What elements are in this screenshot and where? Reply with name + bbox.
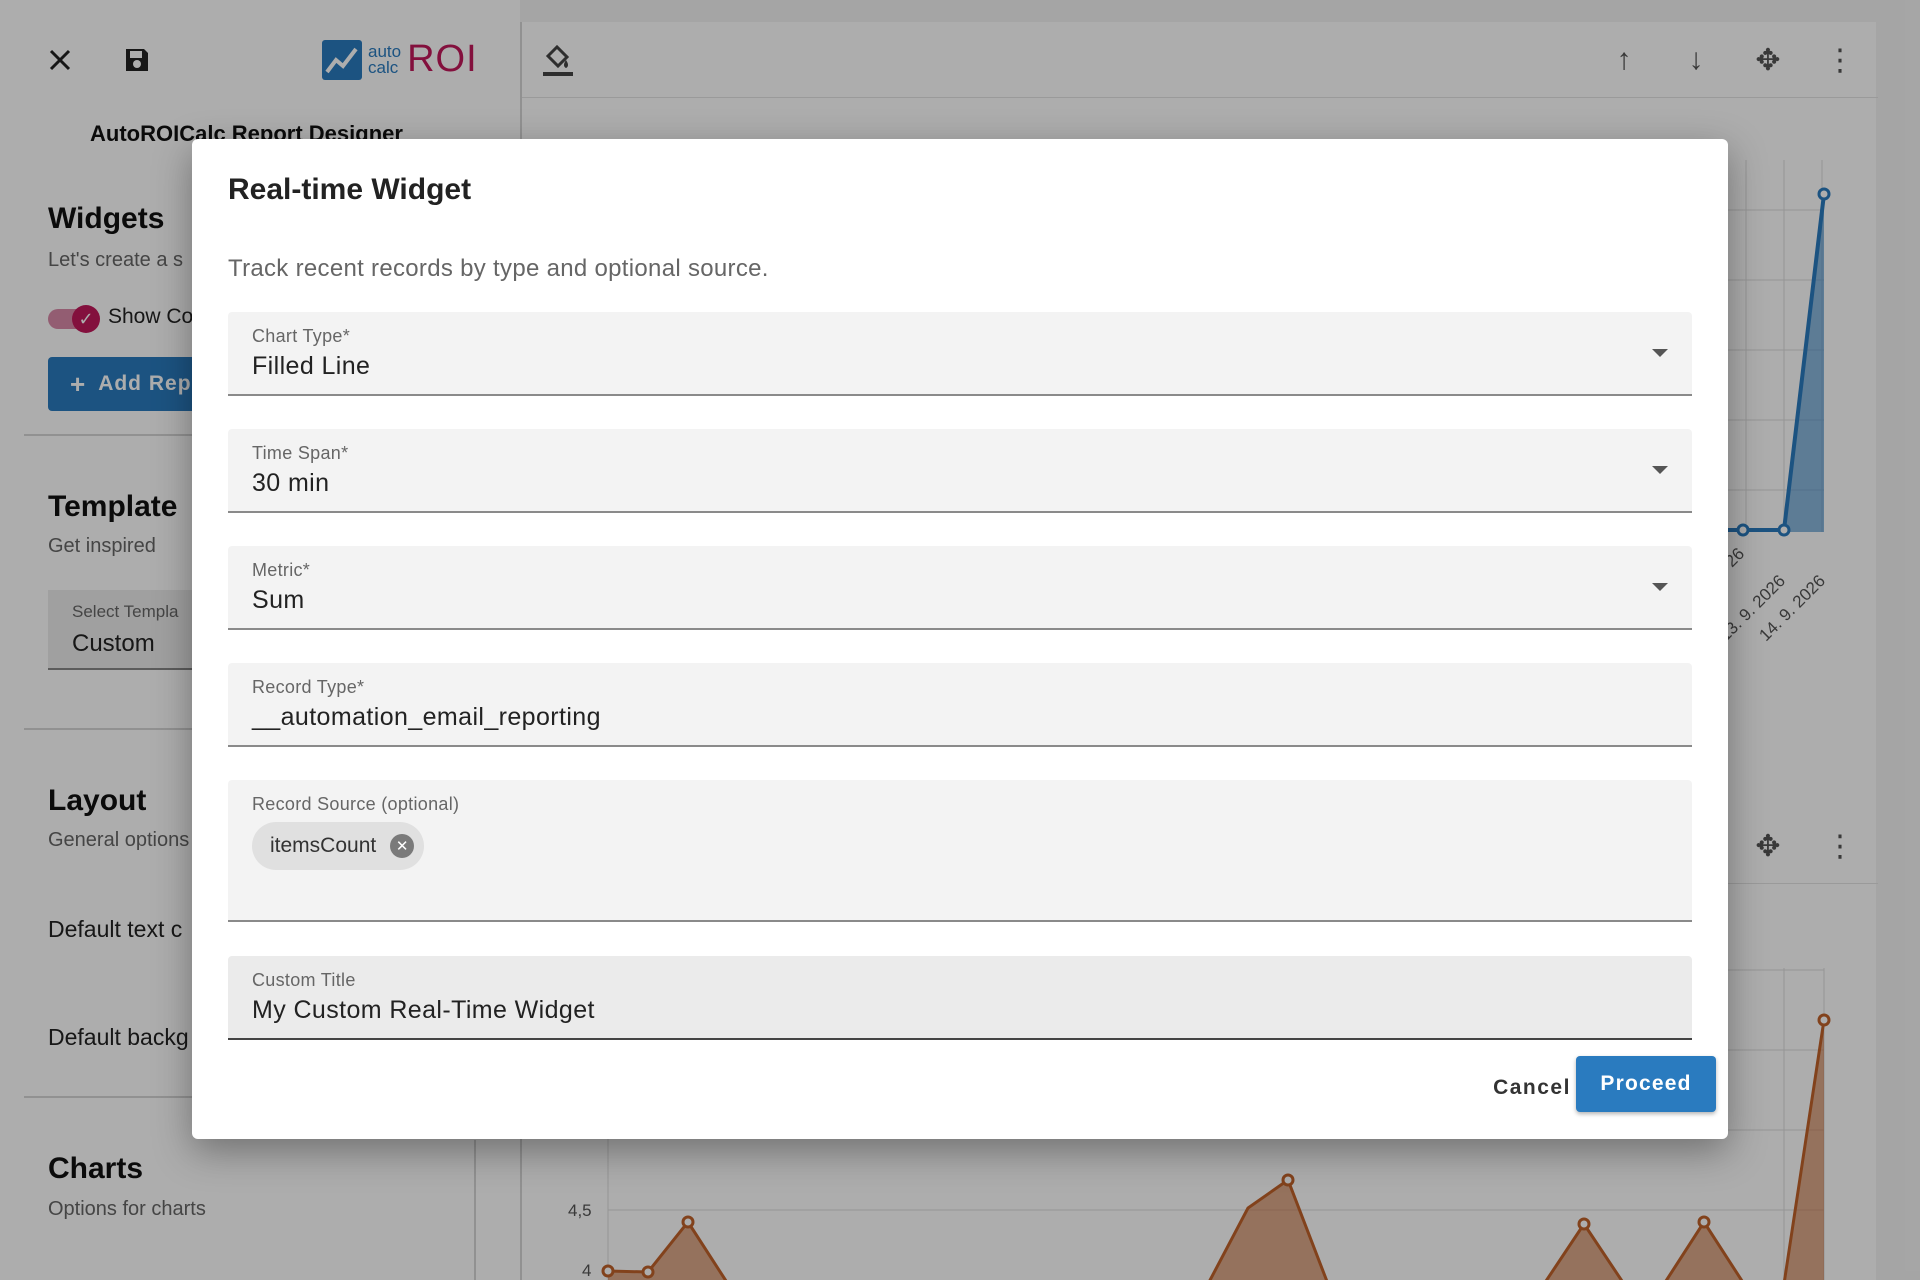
chevron-down-icon — [1648, 576, 1672, 600]
custom-title-input[interactable]: Custom Title My Custom Real-Time Widget — [228, 956, 1692, 1040]
record-type-input[interactable]: Record Type* __automation_email_reportin… — [228, 663, 1692, 747]
chip-label: itemsCount — [270, 834, 377, 857]
time-span-value: 30 min — [252, 469, 330, 497]
chip-remove-icon[interactable]: ✕ — [390, 834, 415, 858]
chevron-down-icon — [1648, 342, 1672, 366]
proceed-button[interactable]: Proceed — [1576, 1056, 1716, 1112]
chart-type-select[interactable]: Chart Type* Filled Line — [228, 312, 1692, 396]
chevron-down-icon — [1648, 459, 1672, 483]
time-span-select[interactable]: Time Span* 30 min — [228, 429, 1692, 513]
time-span-label: Time Span* — [252, 443, 349, 463]
record-source-label: Record Source (optional) — [252, 794, 460, 814]
dialog-description: Track recent records by type and optiona… — [228, 255, 769, 282]
real-time-widget-dialog: Real-time Widget Track recent records by… — [192, 139, 1728, 1139]
record-type-label: Record Type* — [252, 677, 365, 697]
metric-select[interactable]: Metric* Sum — [228, 546, 1692, 630]
record-source-input[interactable]: Record Source (optional) itemsCount ✕ — [228, 780, 1692, 922]
custom-title-value: My Custom Real-Time Widget — [252, 996, 595, 1024]
metric-value: Sum — [252, 586, 305, 614]
metric-label: Metric* — [252, 560, 311, 580]
record-type-value: __automation_email_reporting — [252, 703, 601, 731]
chart-type-value: Filled Line — [252, 352, 371, 380]
chart-type-label: Chart Type* — [252, 326, 351, 346]
custom-title-label: Custom Title — [252, 970, 356, 990]
record-source-chip: itemsCount ✕ — [252, 822, 425, 870]
dialog-title: Real-time Widget — [228, 173, 472, 206]
